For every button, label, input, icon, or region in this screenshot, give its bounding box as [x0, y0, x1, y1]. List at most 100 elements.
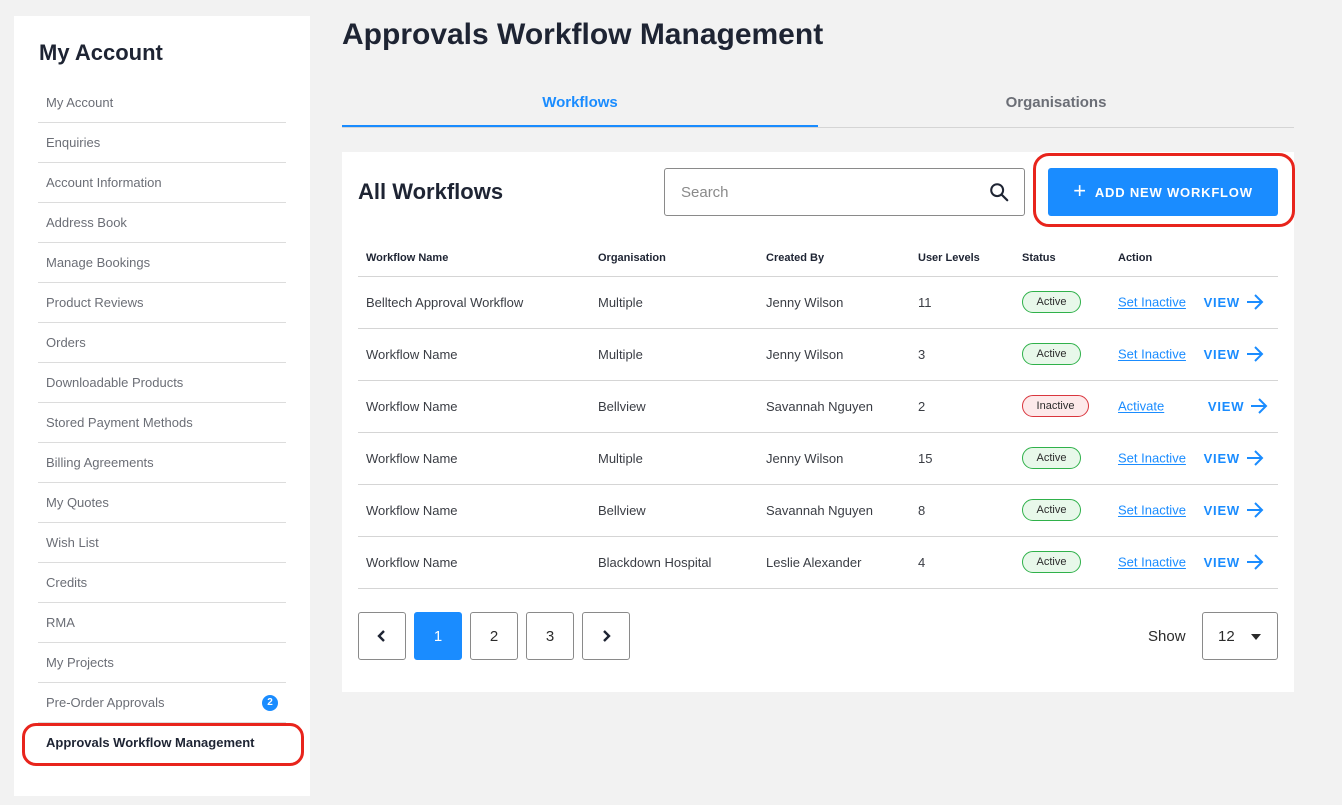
page-title: Approvals Workflow Management [342, 18, 824, 51]
sidebar-item-label: My Account [46, 95, 114, 110]
sidebar-item-my-quotes[interactable]: My Quotes [38, 483, 286, 523]
sidebar-item-manage-bookings[interactable]: Manage Bookings [38, 243, 286, 283]
status-cell: Active [1014, 484, 1110, 537]
view-label: VIEW [1203, 346, 1240, 362]
organisation-cell: Multiple [590, 328, 758, 381]
view-link[interactable]: VIEW [1204, 554, 1264, 570]
page-button-1[interactable]: 1 [414, 612, 462, 660]
user-levels-cell: 15 [910, 432, 1014, 485]
status-cell: Inactive [1014, 380, 1110, 433]
sidebar-item-downloadable-products[interactable]: Downloadable Products [38, 363, 286, 403]
set-inactive-link[interactable]: Set Inactive [1118, 347, 1186, 362]
workflow-name-cell: Workflow Name [358, 380, 590, 433]
search-box [664, 168, 1025, 216]
column-header-created-by: Created By [758, 240, 910, 277]
sidebar-title: My Account [39, 40, 163, 65]
view-label: VIEW [1203, 450, 1240, 466]
workflows-table: Workflow Name Organisation Created By Us… [358, 240, 1278, 589]
sidebar-item-approvals-workflow-management[interactable]: Approvals Workflow Management [38, 723, 286, 763]
next-page-button[interactable] [582, 612, 630, 660]
sidebar-item-label: Product Reviews [46, 295, 144, 310]
arrow-right-icon [1247, 450, 1264, 466]
arrow-right-icon [1251, 398, 1268, 414]
workflow-name-cell: Workflow Name [358, 536, 590, 589]
user-levels-cell: 8 [910, 484, 1014, 537]
sidebar-item-label: My Projects [46, 655, 114, 670]
sidebar-item-label: My Quotes [46, 495, 109, 510]
add-new-workflow-button[interactable]: + ADD NEW WORKFLOW [1048, 168, 1278, 216]
sidebar-item-label: Manage Bookings [46, 255, 151, 270]
table-row: Belltech Approval Workflow Multiple Jenn… [358, 276, 1278, 329]
sidebar-item-label: Enquiries [46, 135, 101, 150]
view-label: VIEW [1203, 502, 1240, 518]
sidebar-item-enquiries[interactable]: Enquiries [38, 123, 286, 163]
tab-organisations[interactable]: Organisations [818, 80, 1294, 127]
sidebar-item-pre-order-approvals[interactable]: Pre-Order Approvals 2 [38, 683, 286, 723]
set-inactive-link[interactable]: Set Inactive [1118, 451, 1186, 466]
sidebar-item-address-book[interactable]: Address Book [38, 203, 286, 243]
workflow-name-cell: Workflow Name [358, 484, 590, 537]
previous-page-button[interactable] [358, 612, 406, 660]
sidebar-item-credits[interactable]: Credits [38, 563, 286, 603]
view-link[interactable]: VIEW [1208, 398, 1268, 414]
search-input[interactable] [665, 169, 965, 215]
caret-down-icon [1251, 634, 1261, 640]
view-label: VIEW [1203, 554, 1240, 570]
sidebar-item-my-account[interactable]: My Account [38, 83, 286, 123]
sidebar-item-billing-agreements[interactable]: Billing Agreements [38, 443, 286, 483]
workflow-name-cell: Belltech Approval Workflow [358, 276, 590, 329]
pagination: 1 2 3 [358, 612, 630, 660]
chevron-right-icon [603, 630, 611, 642]
show-label: Show [1148, 628, 1186, 645]
activate-link[interactable]: Activate [1118, 399, 1164, 414]
page-size-select[interactable]: 12 [1202, 612, 1278, 660]
workflow-name-cell: Workflow Name [358, 432, 590, 485]
table-row: Workflow Name Blackdown Hospital Leslie … [358, 536, 1278, 589]
view-label: VIEW [1203, 294, 1240, 310]
sidebar-item-account-information[interactable]: Account Information [38, 163, 286, 203]
panel-title: All Workflows [358, 179, 504, 204]
page-button-3[interactable]: 3 [526, 612, 574, 660]
sidebar-item-label: Pre-Order Approvals [46, 695, 165, 710]
workflows-panel: All Workflows + ADD NEW WORKFLOW Workflo… [342, 152, 1295, 692]
sidebar-item-stored-payment-methods[interactable]: Stored Payment Methods [38, 403, 286, 443]
page-button-2[interactable]: 2 [470, 612, 518, 660]
sidebar-item-label: Orders [46, 335, 86, 350]
sidebar-item-label: Wish List [46, 535, 99, 550]
arrow-right-icon [1247, 502, 1264, 518]
organisation-cell: Multiple [590, 276, 758, 329]
status-cell: Active [1014, 536, 1110, 589]
table-header-row: Workflow Name Organisation Created By Us… [358, 240, 1278, 277]
status-badge: Active [1022, 551, 1081, 573]
view-label: VIEW [1207, 398, 1245, 414]
tab-workflows[interactable]: Workflows [342, 80, 818, 127]
status-cell: Active [1014, 328, 1110, 381]
user-levels-cell: 11 [910, 276, 1014, 329]
sidebar-item-product-reviews[interactable]: Product Reviews [38, 283, 286, 323]
status-badge: Active [1022, 343, 1081, 365]
sidebar-item-orders[interactable]: Orders [38, 323, 286, 363]
column-header-workflow-name: Workflow Name [358, 240, 590, 277]
user-levels-cell: 3 [910, 328, 1014, 381]
count-badge: 2 [262, 695, 278, 711]
set-inactive-link[interactable]: Set Inactive [1118, 295, 1186, 310]
set-inactive-link[interactable]: Set Inactive [1118, 555, 1186, 570]
arrow-right-icon [1247, 294, 1264, 310]
account-sidebar: My Account My Account Enquiries Account … [14, 16, 310, 796]
view-link[interactable]: VIEW [1204, 502, 1264, 518]
sidebar-item-label: Stored Payment Methods [46, 415, 193, 430]
search-icon[interactable] [988, 181, 1010, 203]
tab-bar: Workflows Organisations [342, 80, 1294, 128]
status-badge: Active [1022, 499, 1081, 521]
sidebar-item-label: Billing Agreements [46, 455, 154, 470]
view-link[interactable]: VIEW [1204, 294, 1264, 310]
organisation-cell: Bellview [590, 484, 758, 537]
view-link[interactable]: VIEW [1204, 346, 1264, 362]
created-by-cell: Jenny Wilson [758, 328, 910, 381]
sidebar-item-my-projects[interactable]: My Projects [38, 643, 286, 683]
sidebar-item-rma[interactable]: RMA [38, 603, 286, 643]
created-by-cell: Savannah Nguyen [758, 484, 910, 537]
sidebar-item-wish-list[interactable]: Wish List [38, 523, 286, 563]
view-link[interactable]: VIEW [1204, 450, 1264, 466]
set-inactive-link[interactable]: Set Inactive [1118, 503, 1186, 518]
